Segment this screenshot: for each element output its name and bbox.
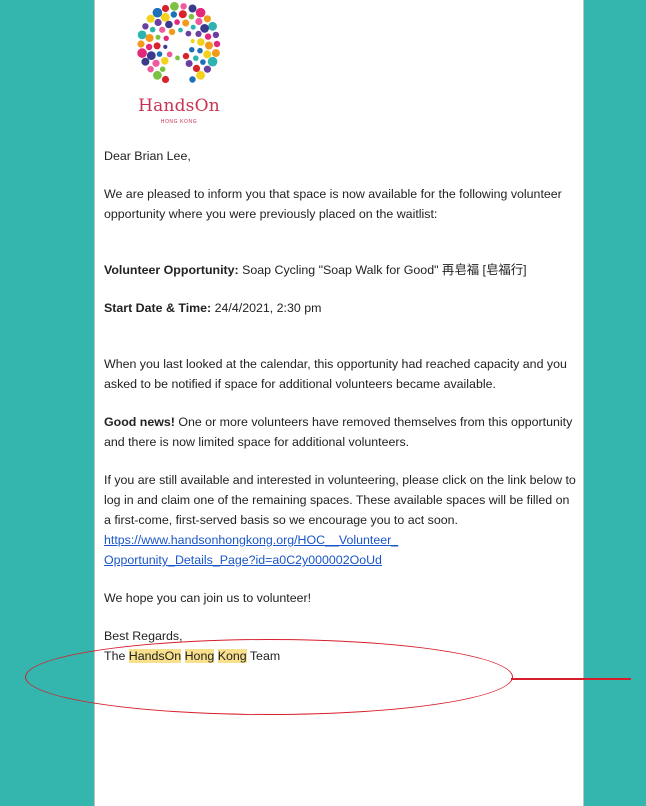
- signature-kong: Kong: [217, 649, 247, 663]
- annotation-pointer-line: [511, 678, 631, 680]
- instructions-paragraph: If you are still available and intereste…: [104, 473, 576, 527]
- opportunity-value: Soap Cycling "Soap Walk for Good" 再皂福 [皂…: [238, 263, 527, 277]
- good-news-paragraph: Good news! One or more volunteers have r…: [104, 412, 579, 452]
- email-content: Dear Brian Lee, We are pleased to inform…: [104, 146, 579, 666]
- signature-line: The HandsOn Hong Kong Team: [104, 646, 579, 666]
- email-body: HandsOn HONG KONG Dear Brian Lee, We are…: [95, 0, 583, 806]
- start-value: 24/4/2021, 2:30 pm: [211, 301, 322, 315]
- logo-subtitle: HONG KONG: [160, 119, 198, 125]
- signature-hong: Hong: [184, 649, 215, 663]
- calendar-note: When you last looked at the calendar, th…: [104, 357, 567, 391]
- logo-wordmark: HandsOn: [138, 96, 220, 116]
- good-news-label: Good news!: [104, 415, 175, 429]
- opportunity-link: https://www.handsonhongkong.org/HOC__Vol…: [104, 530, 579, 570]
- opportunity-link-line1[interactable]: https://www.handsonhongkong.org/HOC__Vol…: [104, 533, 398, 547]
- screenshot-frame: HandsOn HONG KONG Dear Brian Lee, We are…: [0, 0, 646, 806]
- closing-line: We hope you can join us to volunteer!: [104, 591, 312, 605]
- signature-handson: HandsOn: [128, 649, 182, 663]
- signature-suffix: Team: [246, 649, 281, 663]
- left-teal-margin: [0, 0, 94, 806]
- regards-line: Best Regards,: [104, 629, 183, 643]
- opportunity-link-line2[interactable]: Opportunity_Details_Page?id=a0C2y000002O…: [104, 553, 382, 567]
- handson-dots-logo-icon: [137, 1, 221, 84]
- right-teal-margin: [584, 0, 646, 806]
- opportunity-line: Volunteer Opportunity: Soap Cycling "Soa…: [104, 260, 579, 280]
- right-divider: [583, 0, 584, 806]
- opportunity-label: Volunteer Opportunity:: [104, 263, 239, 277]
- intro-paragraph: We are pleased to inform you that space …: [104, 187, 562, 221]
- start-label: Start Date & Time:: [104, 301, 212, 315]
- good-news-text: One or more volunteers have removed them…: [104, 415, 573, 449]
- start-line: Start Date & Time: 24/4/2021, 2:30 pm: [104, 298, 579, 318]
- signature-prefix: The: [104, 649, 129, 663]
- greeting: Dear Brian Lee,: [104, 149, 191, 163]
- handson-logo: HandsOn HONG KONG: [129, 0, 229, 132]
